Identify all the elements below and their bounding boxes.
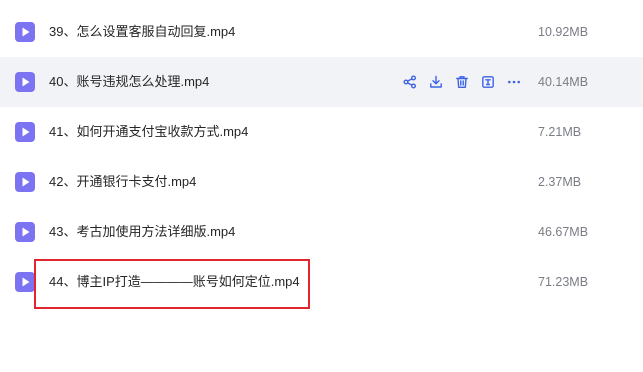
file-row-hovered[interactable]: 40、账号违规怎么处理.mp4 40.14MB bbox=[0, 57, 643, 107]
file-row[interactable]: 41、如何开通支付宝收款方式.mp4 7.21MB bbox=[0, 107, 643, 157]
video-file-icon bbox=[14, 271, 36, 293]
file-row[interactable]: 39、怎么设置客服自动回复.mp4 10.92MB bbox=[0, 7, 643, 57]
file-size: 71.23MB bbox=[538, 275, 589, 289]
download-icon[interactable] bbox=[428, 74, 444, 90]
file-name[interactable]: 42、开通银行卡支付.mp4 bbox=[49, 157, 196, 207]
file-size: 7.21MB bbox=[538, 125, 582, 139]
video-file-icon bbox=[14, 171, 36, 193]
file-size: 10.92MB bbox=[538, 25, 589, 39]
file-name[interactable]: 40、账号违规怎么处理.mp4 bbox=[49, 57, 209, 107]
share-icon[interactable] bbox=[402, 74, 418, 90]
file-name[interactable]: 39、怎么设置客服自动回复.mp4 bbox=[49, 7, 235, 57]
video-file-icon bbox=[14, 71, 36, 93]
file-size: 46.67MB bbox=[538, 225, 589, 239]
file-list: 39、怎么设置客服自动回复.mp4 10.92MB 40、账号违规怎么处理.mp… bbox=[0, 7, 643, 307]
file-name[interactable]: 44、博主IP打造————账号如何定位.mp4 bbox=[49, 257, 300, 307]
file-row[interactable]: 43、考古加使用方法详细版.mp4 46.67MB bbox=[0, 207, 643, 257]
file-row[interactable]: 44、博主IP打造————账号如何定位.mp4 71.23MB bbox=[0, 257, 643, 307]
file-size: 40.14MB bbox=[538, 75, 589, 89]
rename-icon[interactable] bbox=[480, 74, 496, 90]
delete-icon[interactable] bbox=[454, 74, 470, 90]
video-file-icon bbox=[14, 221, 36, 243]
more-icon[interactable] bbox=[506, 74, 522, 90]
row-action-bar bbox=[402, 73, 532, 91]
file-name[interactable]: 43、考古加使用方法详细版.mp4 bbox=[49, 207, 235, 257]
video-file-icon bbox=[14, 121, 36, 143]
video-file-icon bbox=[14, 21, 36, 43]
file-size: 2.37MB bbox=[538, 175, 582, 189]
file-row[interactable]: 42、开通银行卡支付.mp4 2.37MB bbox=[0, 157, 643, 207]
file-name[interactable]: 41、如何开通支付宝收款方式.mp4 bbox=[49, 107, 248, 157]
